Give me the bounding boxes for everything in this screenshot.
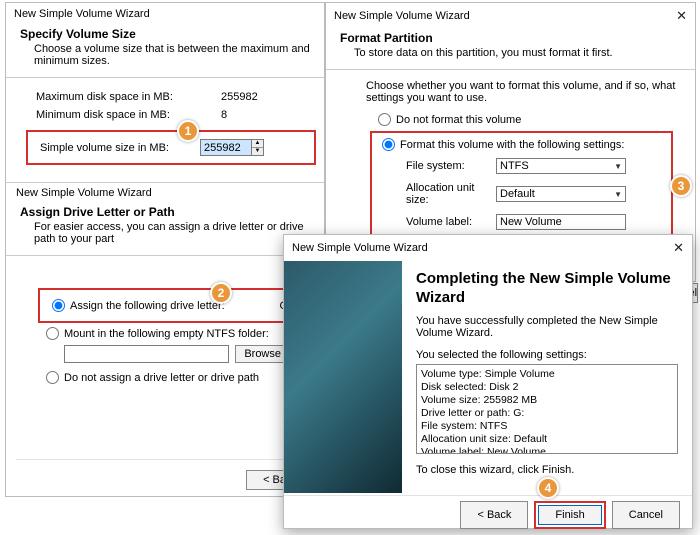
- min-space-label: Minimum disk space in MB:: [6, 109, 186, 121]
- allocation-label: Allocation unit size:: [376, 182, 496, 206]
- summary-item: Allocation unit size: Default: [421, 433, 673, 446]
- summary-item: Volume label: New Volume: [421, 446, 673, 454]
- radio-no-assign[interactable]: [46, 371, 59, 384]
- wizard-volume-size: New Simple Volume Wizard Specify Volume …: [5, 2, 325, 182]
- chevron-down-icon: ▼: [614, 162, 622, 171]
- close-icon[interactable]: ✕: [676, 8, 687, 24]
- radio-no-format-label: Do not format this volume: [396, 114, 521, 126]
- radio-mount-label: Mount in the following empty NTFS folder…: [64, 328, 269, 340]
- allocation-dropdown[interactable]: Default ▼: [496, 186, 626, 202]
- completing-line3: To close this wizard, click Finish.: [416, 454, 678, 476]
- wizard-assign-drive: New Simple Volume Wizard Assign Drive Le…: [5, 182, 325, 497]
- callout-4: 4: [537, 477, 559, 499]
- completing-line1: You have successfully completed the New …: [416, 315, 678, 349]
- callout-2: 2: [210, 282, 232, 304]
- back-button[interactable]: < Back: [460, 501, 528, 529]
- browse-button[interactable]: Browse: [235, 345, 290, 363]
- radio-no-assign-label: Do not assign a drive letter or drive pa…: [64, 372, 259, 384]
- volume-size-spinner[interactable]: ▲▼: [200, 139, 264, 156]
- radio-assign-letter[interactable]: [52, 299, 65, 312]
- mount-path-input: [64, 345, 229, 363]
- radio-mount[interactable]: [46, 327, 59, 340]
- size-input-label: Simple volume size in MB:: [32, 142, 200, 154]
- radio-assign-label: Assign the following drive letter:: [70, 300, 225, 312]
- radio-format[interactable]: [382, 138, 395, 151]
- file-system-value: NTFS: [500, 160, 529, 172]
- summary-item: Drive letter or path: G:: [421, 407, 673, 420]
- heading-specify-size: Specify Volume Size: [6, 25, 324, 41]
- radio-no-format[interactable]: [378, 113, 391, 126]
- summary-item: Disk selected: Disk 2: [421, 381, 673, 394]
- close-icon[interactable]: ✕: [673, 240, 684, 256]
- radio-format-label: Format this volume with the following se…: [400, 139, 624, 151]
- file-system-label: File system:: [376, 160, 496, 172]
- finish-button[interactable]: Finish: [538, 505, 601, 525]
- heading-assign: Assign Drive Letter or Path: [6, 203, 324, 219]
- summary-item: File system: NTFS: [421, 420, 673, 433]
- window-title: New Simple Volume Wizard: [6, 183, 324, 203]
- title-bar: New Simple Volume Wizard ✕: [326, 3, 695, 29]
- callout-3: 3: [670, 175, 692, 197]
- max-space-label: Maximum disk space in MB:: [6, 91, 186, 103]
- min-space-value: 8: [186, 109, 227, 121]
- title-bar: New Simple Volume Wizard ✕: [284, 235, 692, 261]
- completing-line2: You selected the following settings:: [416, 349, 678, 364]
- completing-heading: Completing the New Simple Volume Wizard: [416, 269, 678, 315]
- volume-label-input[interactable]: [496, 214, 626, 230]
- summary-item: Volume size: 255982 MB: [421, 394, 673, 407]
- callout-1: 1: [177, 120, 199, 142]
- subheading: For easier access, you can assign a driv…: [6, 219, 324, 251]
- max-space-value: 255982: [186, 91, 258, 103]
- chevron-down-icon: ▼: [614, 190, 622, 199]
- wizard-sidebar-graphic: [284, 261, 402, 493]
- subheading: To store data on this partition, you mus…: [326, 45, 695, 65]
- volume-label-label: Volume label:: [376, 216, 496, 228]
- window-title: New Simple Volume Wizard: [334, 10, 470, 22]
- summary-item: Volume type: Simple Volume: [421, 368, 673, 381]
- wizard-completing: New Simple Volume Wizard ✕ Completing th…: [283, 234, 693, 529]
- spinner-buttons[interactable]: ▲▼: [252, 139, 264, 156]
- heading-format: Format Partition: [326, 29, 695, 45]
- file-system-dropdown[interactable]: NTFS ▼: [496, 158, 626, 174]
- allocation-value: Default: [500, 188, 535, 200]
- title-bar: New Simple Volume Wizard: [6, 3, 324, 25]
- cancel-button[interactable]: Cancel: [612, 501, 680, 529]
- volume-size-input[interactable]: [200, 139, 252, 156]
- summary-listbox[interactable]: Volume type: Simple Volume Disk selected…: [416, 364, 678, 454]
- window-title: New Simple Volume Wizard: [14, 8, 150, 20]
- subheading: Choose a volume size that is between the…: [6, 41, 324, 73]
- window-title: New Simple Volume Wizard: [292, 242, 428, 254]
- format-prompt: Choose whether you want to format this v…: [326, 80, 695, 110]
